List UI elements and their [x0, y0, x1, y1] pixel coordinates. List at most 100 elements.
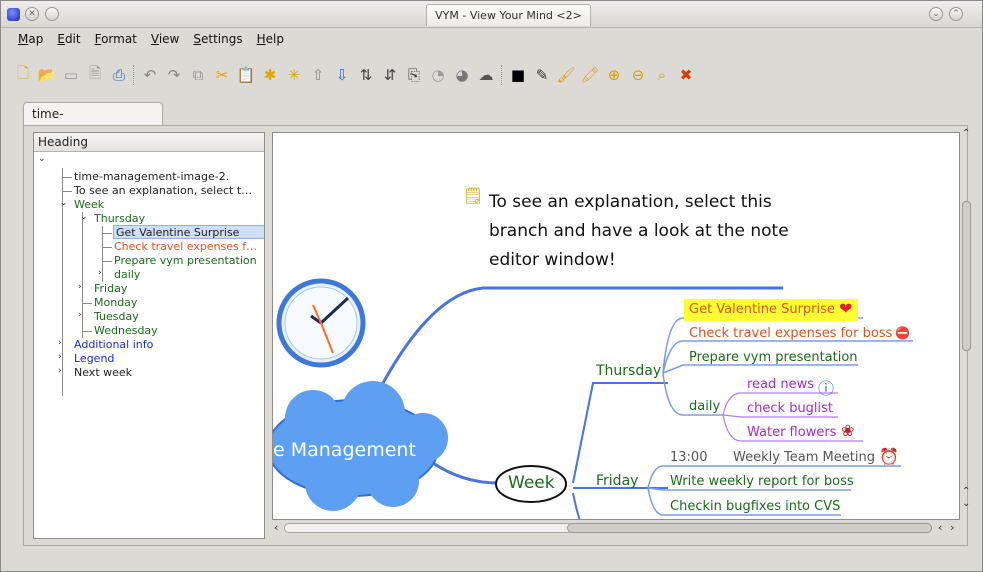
print-icon[interactable]: ⎙ [109, 65, 129, 85]
undo-icon[interactable]: ↶ [140, 65, 160, 85]
scroll-up-icon[interactable]: ⌃ [962, 486, 970, 497]
check-buglist-node[interactable]: check buglist [747, 401, 833, 416]
clock-image[interactable] [276, 278, 366, 368]
color-branch-icon[interactable]: 🖌 [556, 65, 576, 85]
zoom-reset-icon[interactable]: ⌕ [652, 65, 672, 85]
move-down-icon[interactable]: ⇩ [332, 65, 352, 85]
travel-expenses-node[interactable]: Check travel expenses for boss [689, 326, 892, 341]
branch-line [662, 364, 858, 374]
collapse-thursday-icon[interactable]: ⌄ [80, 212, 88, 222]
tree-item[interactable]: time-management-image-2. [74, 170, 229, 184]
tree-header[interactable]: Heading [34, 133, 264, 152]
tree-guide [102, 261, 112, 262]
mind-map-canvas[interactable]: 🗒 To see an explanation, select this bra… [272, 132, 960, 520]
expand-additional-info-icon[interactable]: › [58, 338, 62, 348]
open-icon[interactable]: 📂 [37, 65, 57, 85]
tree-guide [82, 303, 92, 304]
thursday-node[interactable]: Thursday [596, 363, 661, 379]
minimize-icon[interactable]: ⌄ [929, 7, 943, 21]
tree-item[interactable]: Check travel expenses f… [114, 240, 257, 254]
tree-item[interactable]: Additional info [74, 338, 153, 352]
expand-friday-icon[interactable]: › [78, 282, 82, 292]
paste-icon[interactable]: 📋 [236, 65, 256, 85]
color-swatch-icon[interactable]: ■ [508, 65, 528, 85]
window-menu-icon[interactable] [45, 7, 59, 21]
tree-view[interactable]: Heading ⌄ time-management-image-2. To se… [33, 132, 265, 539]
cut-icon[interactable]: ✂ [212, 65, 232, 85]
expand-daily-icon[interactable]: › [98, 268, 102, 278]
menu-help[interactable]: Help [250, 28, 291, 50]
unscroll-icon[interactable]: ◕ [452, 65, 472, 85]
daily-node[interactable]: daily [689, 399, 720, 414]
valentine-node[interactable]: Get Valentine Surprise [689, 302, 835, 317]
menu-settings[interactable]: Settings [186, 28, 249, 50]
scroll-left-icon[interactable]: ‹ [274, 521, 278, 534]
sort-za-icon[interactable]: ⇵ [380, 65, 400, 85]
prepare-vym-node[interactable]: Prepare vym presentation [689, 350, 858, 365]
time-label: 13:00 [670, 450, 708, 465]
central-topic[interactable]: e Management [273, 439, 416, 461]
add-branch-before-icon[interactable]: ✳ [284, 65, 304, 85]
color-subtree-icon[interactable]: 🖍 [580, 65, 600, 85]
menu-map[interactable]: Map [11, 28, 50, 50]
water-flowers-node[interactable]: Water flowers [747, 425, 836, 440]
expand-legend-icon[interactable]: › [58, 352, 62, 362]
tree-item[interactable]: Week [74, 198, 104, 212]
redo-icon[interactable]: ↷ [164, 65, 184, 85]
collapse-week-icon[interactable]: ⌄ [60, 198, 68, 208]
scroll-left-icon[interactable]: ‹ [938, 521, 942, 534]
app-icon[interactable] [7, 8, 20, 21]
export-icon[interactable]: 🗎 [85, 64, 105, 85]
horizontal-scrollbar[interactable]: ‹ ‹ › [272, 521, 962, 535]
team-meeting-node[interactable]: Weekly Team Meeting [733, 450, 875, 465]
scroll-down-icon[interactable]: ⌄ [962, 498, 970, 509]
zoom-out-icon[interactable]: ⊖ [628, 65, 648, 85]
menu-edit[interactable]: Edit [50, 28, 87, 50]
read-news-node[interactable]: read news [747, 377, 814, 392]
scroll-right-icon[interactable]: › [950, 521, 954, 534]
checkin-node[interactable]: Checkin bugfixes into CVS [670, 499, 840, 514]
toggle-icon[interactable]: ☁ [476, 65, 496, 85]
move-up-icon[interactable]: ⇧ [308, 65, 328, 85]
new-map-icon[interactable]: 🗋 [13, 64, 33, 85]
tree-item[interactable]: daily [114, 268, 140, 282]
link-icon[interactable]: ⎘ [404, 65, 424, 85]
week-node[interactable]: Week [508, 473, 555, 493]
sort-az-icon[interactable]: ⇅ [356, 65, 376, 85]
weekly-report-node[interactable]: Write weekly report for boss [670, 474, 854, 489]
tree-item[interactable]: Thursday [94, 212, 145, 226]
expand-tuesday-icon[interactable]: › [78, 310, 82, 320]
copy-icon[interactable]: ⧉ [188, 65, 208, 85]
close-window-icon[interactable]: ✕ [25, 7, 39, 21]
branch-line [572, 492, 581, 519]
branch-line [432, 461, 499, 485]
menu-view[interactable]: View [144, 28, 186, 50]
scrollbar-thumb[interactable] [567, 523, 932, 533]
tree-item[interactable]: Monday [94, 296, 137, 310]
zoom-in-icon[interactable]: ⊕ [604, 65, 624, 85]
tree-item[interactable]: Prepare vym presentation [114, 254, 257, 268]
vertical-scrollbar[interactable]: ⌃ ⌃ ⌄ [961, 126, 971, 520]
pick-color-icon[interactable]: ✎ [532, 65, 552, 85]
maximize-icon[interactable]: ⌃ [949, 7, 963, 21]
tree-item[interactable]: Wednesday [94, 324, 158, 338]
zoom-fit-icon[interactable]: ✖ [676, 65, 696, 85]
tree-item[interactable]: Next week [74, 366, 132, 380]
friday-node[interactable]: Friday [596, 473, 638, 489]
note-branch[interactable]: To see an explanation, select this branc… [489, 188, 799, 275]
menu-format[interactable]: Format [88, 28, 144, 50]
expand-next-week-icon[interactable]: › [58, 366, 62, 376]
expand-root-icon[interactable]: ⌄ [38, 154, 46, 164]
add-branch-icon[interactable]: ✱ [260, 65, 280, 85]
tree-item[interactable]: Legend [74, 352, 114, 366]
tab-file[interactable]: time-management.vym [23, 102, 163, 143]
scrollbar-thumb[interactable] [962, 201, 971, 351]
tree-item-selected[interactable]: Get Valentine Surprise [113, 225, 264, 239]
scroll-up-icon[interactable]: ⌃ [962, 128, 970, 139]
save-icon[interactable]: ▭ [61, 65, 81, 85]
app-window: ✕ VYM - View Your Mind <2> ⌄ ⌃ Map Edit … [0, 0, 983, 572]
tree-item[interactable]: Friday [94, 282, 127, 296]
scroll-icon[interactable]: ◔ [428, 65, 448, 85]
tree-item[interactable]: Tuesday [94, 310, 139, 324]
tree-item[interactable]: To see an explanation, select t… [74, 184, 252, 198]
